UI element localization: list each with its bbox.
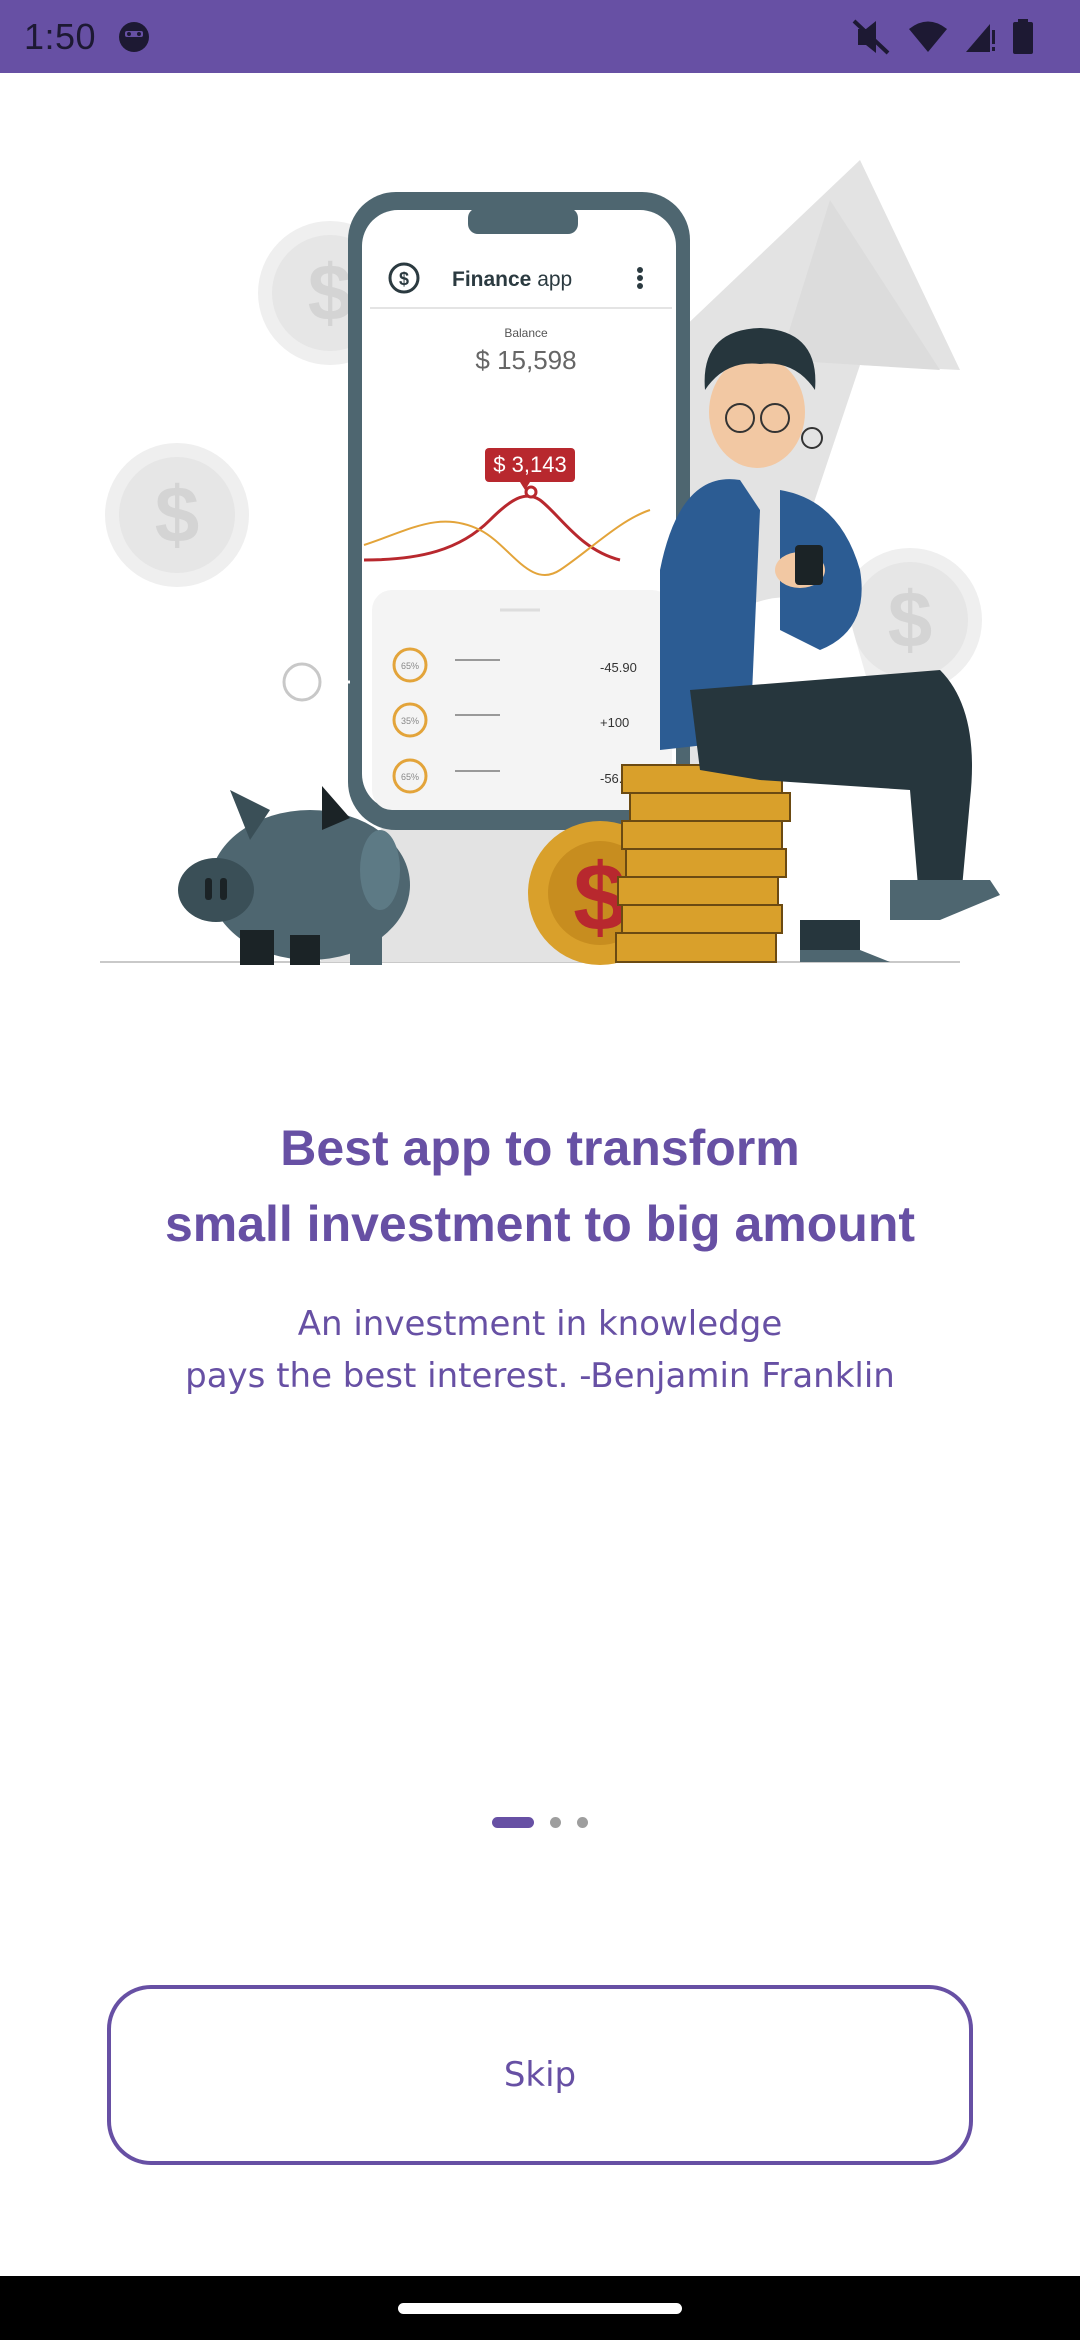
svg-text:35%: 35% (401, 716, 419, 726)
svg-text:65%: 65% (401, 661, 419, 671)
phone-mockup: $ Finance app Balance $ 15,598 $ 3,143 (348, 192, 690, 830)
status-bar: 1:50 (0, 0, 1080, 73)
sparkle-coin-icon (254, 634, 350, 702)
svg-text:+100: +100 (600, 715, 629, 730)
svg-text:Balance: Balance (504, 326, 548, 340)
wifi-icon (909, 21, 947, 52)
svg-text:-45.90: -45.90 (600, 660, 637, 675)
finance-illustration: $ $ $ $ Finance app Balance $ 15,598 $ 3… (80, 160, 1000, 965)
home-gesture-handle[interactable] (398, 2302, 682, 2314)
skip-button-label: Skip (503, 2055, 577, 2095)
android-debug-icon (119, 21, 150, 52)
onboarding-headline: Best app to transform small investment t… (0, 1110, 1080, 1262)
battery-icon (1013, 18, 1033, 54)
onboarding-quote: An investment in knowledge pays the best… (0, 1298, 1080, 1402)
skip-button[interactable]: Skip (107, 1985, 973, 2165)
svg-text:$: $ (888, 575, 933, 664)
quote-line: pays the best interest. -Benjamin Frankl… (185, 1356, 895, 1396)
status-icons (852, 18, 1056, 55)
vibrate-off-icon (852, 19, 890, 54)
background-coin-icon: $ (105, 443, 249, 587)
system-navigation-bar (0, 2276, 1080, 2340)
coin-stack-icon (615, 764, 791, 963)
svg-text:$ 15,598: $ 15,598 (475, 345, 576, 375)
headline-line: Best app to transform (280, 1120, 800, 1176)
status-time: 1:50 (24, 15, 97, 57)
page-indicator (0, 1812, 1080, 1832)
svg-text:$ 3,143: $ 3,143 (493, 452, 566, 477)
svg-text:65%: 65% (401, 772, 419, 782)
svg-text:$: $ (399, 269, 409, 289)
signal-icon (966, 23, 995, 52)
page-dot-2[interactable] (550, 1816, 561, 1828)
page-dot-1[interactable] (492, 1816, 534, 1828)
svg-text:$: $ (308, 248, 353, 337)
quote-line: An investment in knowledge (297, 1304, 783, 1344)
svg-text:$: $ (155, 470, 200, 559)
headline-line: small investment to big amount (164, 1196, 916, 1252)
svg-text:Finance app: Finance app (452, 268, 572, 291)
page-dot-3[interactable] (577, 1816, 588, 1828)
